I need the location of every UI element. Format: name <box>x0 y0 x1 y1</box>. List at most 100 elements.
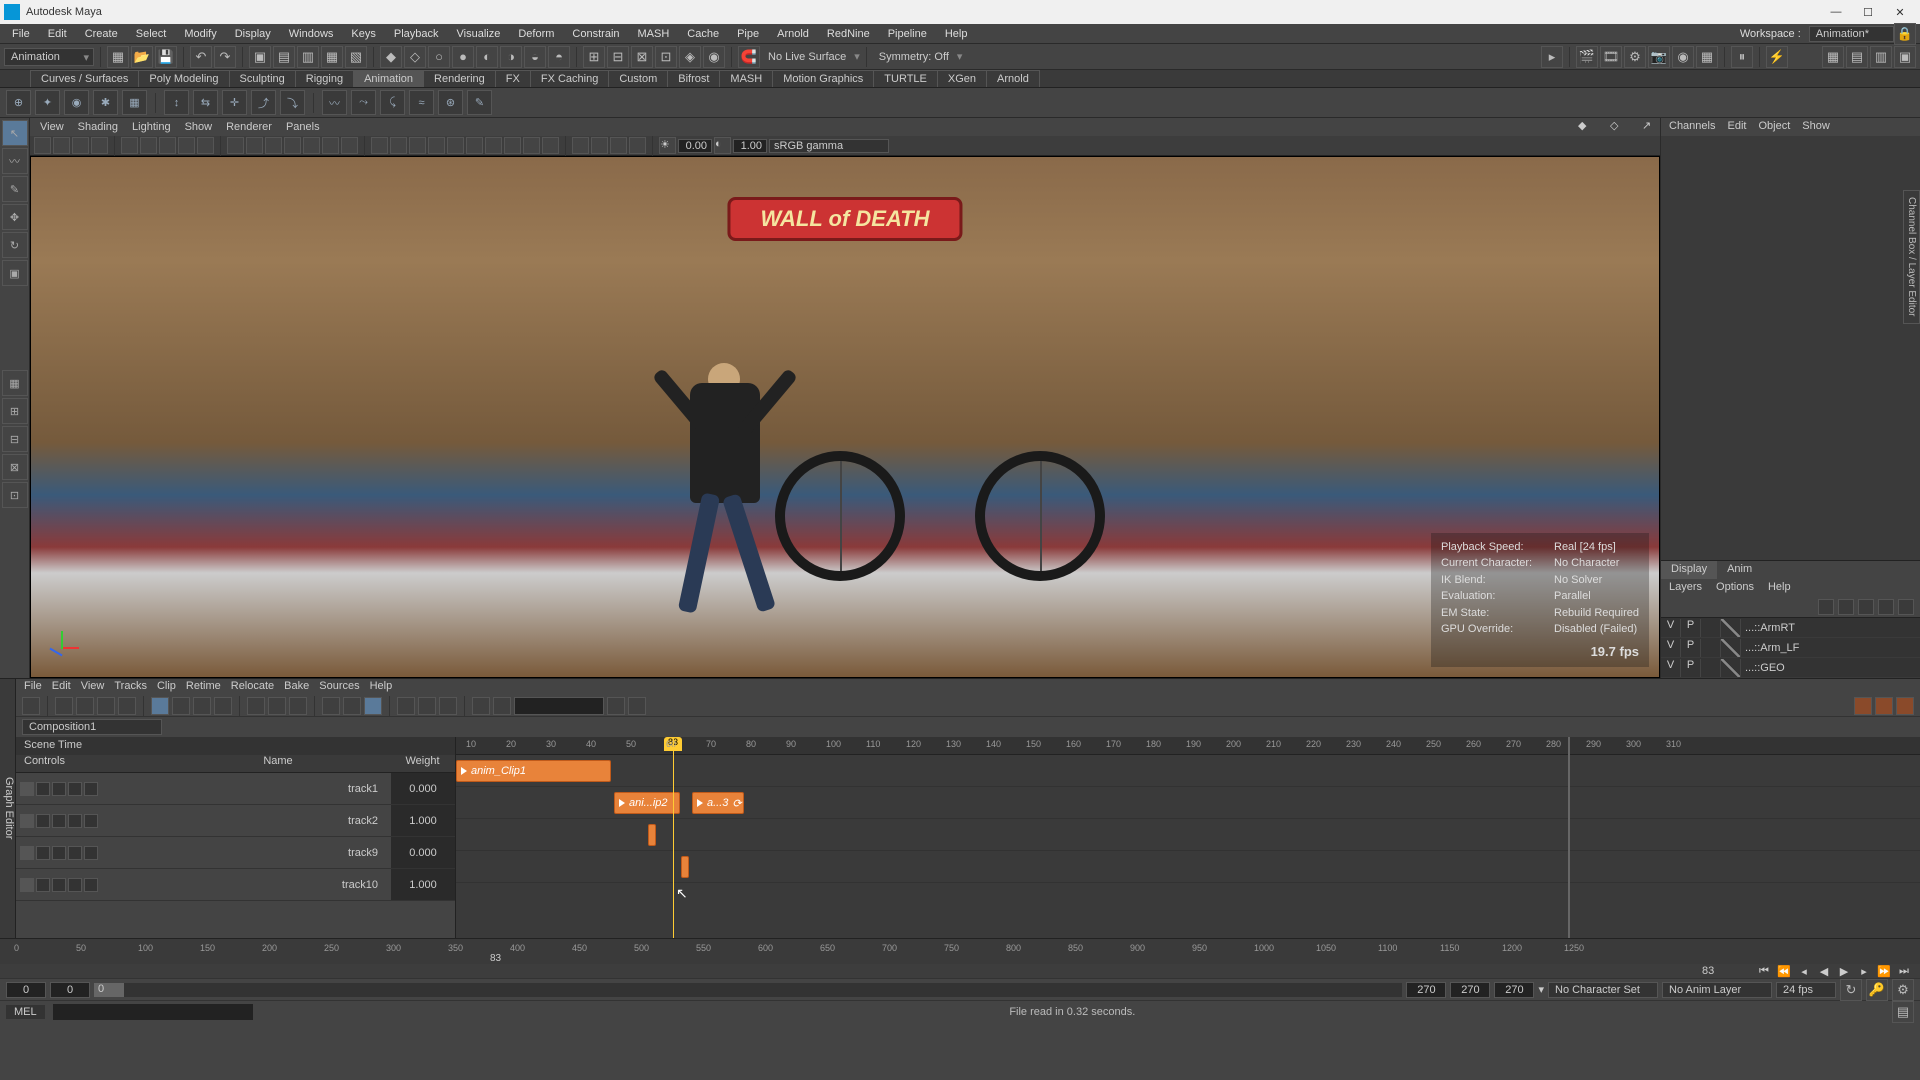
layer-row[interactable]: VP...::ArmRT <box>1661 618 1920 638</box>
te-menu-file[interactable]: File <box>24 680 42 694</box>
te-menu-clip[interactable]: Clip <box>157 680 176 694</box>
pause-icon[interactable]: ⏸ <box>1731 46 1753 68</box>
menu-display[interactable]: Display <box>227 26 279 42</box>
script-lang-toggle[interactable]: MEL <box>6 1005 45 1019</box>
te-menu-help[interactable]: Help <box>370 680 393 694</box>
cb-tab-show[interactable]: Show <box>1802 120 1830 134</box>
fps-dropdown[interactable]: 24 fps <box>1776 982 1836 998</box>
menu-create[interactable]: Create <box>77 26 126 42</box>
te-tool-icon[interactable] <box>289 697 307 715</box>
panel-menu-lighting[interactable]: Lighting <box>132 121 171 133</box>
range-end-2[interactable]: 270 <box>1450 982 1490 998</box>
pt-icon[interactable] <box>485 137 502 154</box>
paint-select-icon[interactable]: ✎ <box>2 176 28 202</box>
layer-icon[interactable] <box>1818 599 1834 615</box>
track-ctl[interactable] <box>68 782 82 796</box>
character-set-dropdown[interactable]: No Character Set <box>1548 982 1658 998</box>
time-slider[interactable]: 83 0501001502002503003504004505005506006… <box>0 938 1920 978</box>
layer-row[interactable]: VP...::GEO <box>1661 658 1920 678</box>
layout-4-icon[interactable]: ⊡ <box>2 482 28 508</box>
symmetry-label[interactable]: Symmetry: Off <box>873 51 955 63</box>
panel-menu-panels[interactable]: Panels <box>286 121 320 133</box>
pt-icon[interactable] <box>371 137 388 154</box>
menu-deform[interactable]: Deform <box>510 26 562 42</box>
timeline-area[interactable]: 83 1020304050607080901001101201301401501… <box>456 737 1920 938</box>
te-tool-icon[interactable] <box>418 697 436 715</box>
shelf-item-1-icon[interactable]: ⊕ <box>6 90 31 115</box>
shelf-tab-rigging[interactable]: Rigging <box>295 70 354 87</box>
track-row[interactable]: track101.000 <box>16 869 455 901</box>
pt-icon[interactable] <box>34 137 51 154</box>
end-marker[interactable] <box>1568 737 1570 938</box>
layer-tab-anim[interactable]: Anim <box>1717 561 1762 579</box>
snap-6-icon[interactable]: ◉ <box>703 46 725 68</box>
te-tool-icon[interactable] <box>172 697 190 715</box>
shelf-item-9-icon[interactable]: ⤴ <box>251 90 276 115</box>
current-frame-input[interactable]: 83 <box>1702 965 1752 977</box>
panel-icon-3[interactable]: ↗ <box>1642 119 1660 135</box>
track-row[interactable]: track10.000 <box>16 773 455 805</box>
step-forward-key-button[interactable]: ⏩ <box>1876 964 1892 978</box>
sel-mode-5-icon[interactable]: ▧ <box>345 46 367 68</box>
track-toggle[interactable] <box>20 782 34 796</box>
menu-file[interactable]: File <box>4 26 38 42</box>
shelf-tab-motion[interactable]: Motion Graphics <box>772 70 874 87</box>
pt-icon[interactable] <box>303 137 320 154</box>
shelf-tab-curves[interactable]: Curves / Surfaces <box>30 70 139 87</box>
layer-vis-toggle[interactable]: V <box>1661 659 1681 677</box>
select-tool-icon[interactable]: ↖ <box>2 120 28 146</box>
save-scene-icon[interactable]: 💾 <box>155 46 177 68</box>
render-4-icon[interactable]: 📷 <box>1648 46 1670 68</box>
anim-clip[interactable] <box>681 856 689 878</box>
step-forward-button[interactable]: ▸ <box>1856 964 1872 978</box>
shelf-tab-sculpt[interactable]: Sculpting <box>229 70 296 87</box>
pt-icon[interactable] <box>610 137 627 154</box>
shelf-tab-poly[interactable]: Poly Modeling <box>138 70 229 87</box>
pt-icon[interactable] <box>390 137 407 154</box>
menu-select[interactable]: Select <box>128 26 175 42</box>
te-tool-icon[interactable] <box>322 697 340 715</box>
pt-icon[interactable] <box>341 137 358 154</box>
sel-mode-4-icon[interactable]: ▦ <box>321 46 343 68</box>
menu-playback[interactable]: Playback <box>386 26 447 42</box>
track-toggle[interactable] <box>20 846 34 860</box>
exposure-field[interactable]: 0.00 <box>678 139 712 153</box>
te-menu-tracks[interactable]: Tracks <box>114 680 147 694</box>
tog-4-icon[interactable]: ▣ <box>1894 46 1916 68</box>
track-lane[interactable] <box>456 851 1920 883</box>
prefs-icon[interactable]: ⚙ <box>1892 979 1914 1001</box>
track-weight[interactable]: 0.000 <box>390 837 455 868</box>
exposure-icon[interactable]: ☀ <box>659 137 676 154</box>
mask-3-icon[interactable]: ○ <box>428 46 450 68</box>
te-tool-icon[interactable] <box>607 697 625 715</box>
te-menu-relocate[interactable]: Relocate <box>231 680 274 694</box>
pt-icon[interactable] <box>629 137 646 154</box>
lightning-icon[interactable]: ⚡ <box>1766 46 1788 68</box>
mask-7-icon[interactable]: ◒ <box>524 46 546 68</box>
snap-3-icon[interactable]: ⊠ <box>631 46 653 68</box>
autokey-icon[interactable]: 🔑 <box>1866 979 1888 1001</box>
te-menu-edit[interactable]: Edit <box>52 680 71 694</box>
rotate-tool-icon[interactable]: ↻ <box>2 232 28 258</box>
te-tool-icon[interactable] <box>268 697 286 715</box>
pt-icon[interactable] <box>542 137 559 154</box>
cb-tab-channels[interactable]: Channels <box>1669 120 1715 134</box>
sel-mode-2-icon[interactable]: ▤ <box>273 46 295 68</box>
te-tool-icon[interactable] <box>343 697 361 715</box>
layer-icon[interactable] <box>1898 599 1914 615</box>
layer-row[interactable]: VP...::Arm_LF <box>1661 638 1920 658</box>
menu-windows[interactable]: Windows <box>281 26 342 42</box>
mask-6-icon[interactable]: ◑ <box>500 46 522 68</box>
range-end-3[interactable]: 270 <box>1494 982 1534 998</box>
snap-4-icon[interactable]: ⊡ <box>655 46 677 68</box>
play-back-button[interactable]: ◀ <box>1816 964 1832 978</box>
track-lane[interactable] <box>456 819 1920 851</box>
pt-icon[interactable] <box>121 137 138 154</box>
timeline-ruler[interactable]: 83 1020304050607080901001101201301401501… <box>456 737 1920 755</box>
te-tool-icon[interactable] <box>193 697 211 715</box>
anim-clip[interactable] <box>648 824 656 846</box>
menu-keys[interactable]: Keys <box>343 26 383 42</box>
pt-icon[interactable] <box>53 137 70 154</box>
tog-2-icon[interactable]: ▤ <box>1846 46 1868 68</box>
shelf-tab-mash[interactable]: MASH <box>719 70 773 87</box>
